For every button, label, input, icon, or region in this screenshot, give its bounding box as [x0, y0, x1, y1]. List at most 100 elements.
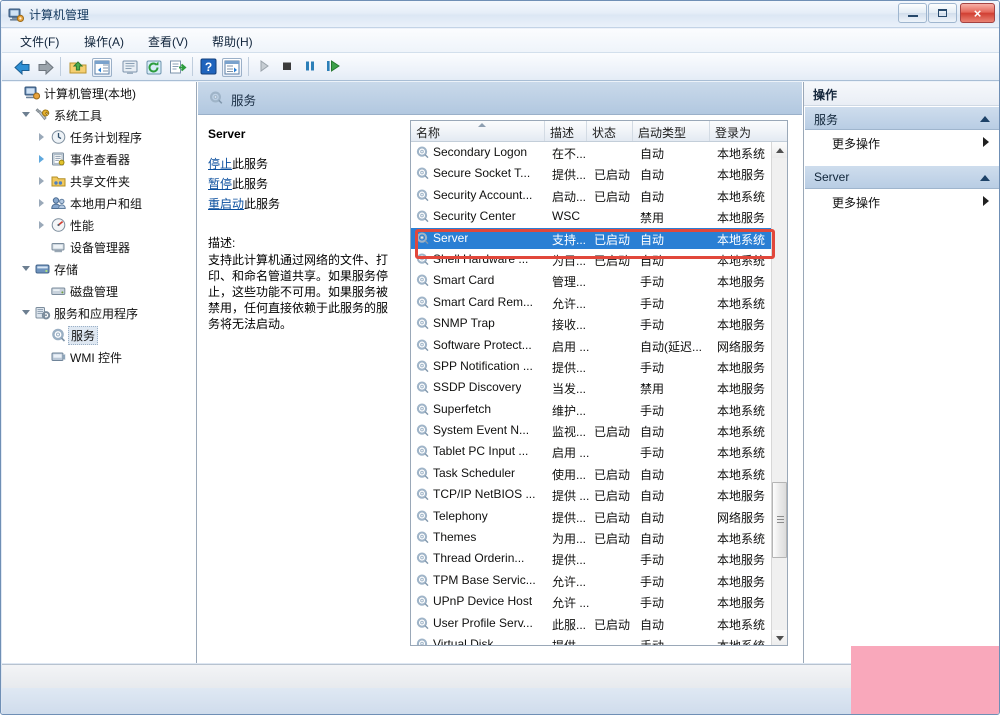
table-row[interactable]: SNMP Trap 接收... 手动 本地服务 [411, 313, 773, 334]
chevron-up-icon[interactable] [980, 116, 990, 122]
actions-group-server[interactable]: Server [805, 166, 999, 189]
tree-expander-system-tools[interactable] [20, 104, 34, 126]
cell-log-on-as: 本地服务 [717, 489, 766, 504]
tree-expander-event-viewer[interactable] [36, 148, 50, 170]
pause-service-link[interactable]: 暂停 [208, 177, 232, 191]
table-row[interactable]: Software Protect... 启用 ... 自动(延迟... 网络服务 [411, 335, 773, 356]
tree-expander-storage[interactable] [20, 258, 34, 280]
storage-icon [34, 261, 51, 277]
table-row[interactable]: Secure Socket T... 提供... 已启动 自动 本地服务 [411, 163, 773, 184]
more-actions-server[interactable]: 更多操作 [805, 190, 999, 212]
more-actions-services[interactable]: 更多操作 [805, 131, 999, 153]
chevron-up-icon[interactable] [980, 175, 990, 181]
scroll-up-button[interactable] [772, 142, 787, 158]
table-row[interactable]: User Profile Serv... 此服... 已启动 自动 本地系统 [411, 613, 773, 634]
table-row[interactable]: Superfetch 维护... 手动 本地系统 [411, 399, 773, 420]
tree-expander-shared-folders[interactable] [36, 170, 50, 192]
console-tree-panel[interactable]: 计算机管理(本地) 系统工具 任务计划程序 事件查看器 共享文件夹 本地用户和组… [2, 82, 197, 663]
tree-item-disk-management[interactable]: 磁盘管理 [2, 280, 196, 302]
table-row[interactable]: Security Center WSC 禁用 本地服务 [411, 206, 773, 227]
scroll-down-button[interactable] [772, 630, 787, 645]
table-row[interactable]: Server 支持... 已启动 自动 本地系统 [411, 227, 773, 249]
menu-file[interactable]: 文件(F) [12, 32, 67, 50]
table-row[interactable]: Smart Card 管理... 手动 本地服务 [411, 270, 773, 291]
service-gear-icon [415, 530, 430, 545]
cell-startup-type: 自动 [640, 467, 665, 482]
start-service-icon[interactable] [256, 58, 276, 77]
cell-name: TPM Base Servic... [433, 572, 536, 587]
chevron-right-icon [983, 196, 989, 206]
performance-icon [50, 217, 67, 233]
tree-item-system-tools[interactable]: 系统工具 [2, 104, 196, 126]
show-action-pane-icon[interactable] [222, 58, 242, 77]
pause-service-icon[interactable] [302, 58, 322, 77]
cell-log-on-as: 本地系统 [717, 617, 766, 632]
scrollbar-thumb[interactable] [772, 482, 787, 558]
forward-icon[interactable] [36, 58, 56, 77]
list-vertical-scrollbar[interactable] [771, 142, 787, 645]
tree-item-storage[interactable]: 存储 [2, 258, 196, 280]
tree-item-local-users-groups[interactable]: 本地用户和组 [2, 192, 196, 214]
properties-icon[interactable] [120, 58, 140, 77]
menu-help[interactable]: 帮助(H) [204, 32, 261, 50]
help-icon[interactable]: ? [200, 58, 220, 77]
tree-item-performance[interactable]: 性能 [2, 214, 196, 236]
stop-service-link[interactable]: 停止 [208, 157, 232, 171]
table-row[interactable]: Smart Card Rem... 允许... 手动 本地系统 [411, 292, 773, 313]
services-list-view[interactable]: 名称 描述 状态 启动类型 登录为 Secondary Logon 在不... 自动… [410, 120, 788, 646]
cell-startup-type: 禁用 [640, 211, 665, 226]
table-row[interactable]: Task Scheduler 使用... 已启动 自动 本地系统 [411, 463, 773, 484]
refresh-icon[interactable] [144, 58, 164, 77]
restart-service-icon[interactable] [325, 58, 345, 77]
table-row[interactable]: System Event N... 监视... 已启动 自动 本地系统 [411, 420, 773, 441]
table-row[interactable]: Shell Hardware ... 为目... 已启动 自动 本地系统 [411, 249, 773, 270]
column-startup-type[interactable]: 启动类型 [633, 121, 710, 141]
column-log-on-as[interactable]: 登录为 [710, 121, 773, 141]
table-row[interactable]: Themes 为用... 已启动 自动 本地系统 [411, 527, 773, 548]
tree-root-computer-management[interactable]: 计算机管理(本地) [2, 82, 196, 104]
stop-service-icon[interactable] [279, 58, 299, 77]
tree-item-shared-folders[interactable]: 共享文件夹 [2, 170, 196, 192]
actions-group-services[interactable]: 服务 [805, 107, 999, 130]
table-row[interactable]: TCP/IP NetBIOS ... 提供 ... 已启动 自动 本地服务 [411, 484, 773, 505]
menu-view[interactable]: 查看(V) [140, 32, 196, 50]
close-button[interactable]: × [960, 3, 995, 23]
export-list-icon[interactable] [168, 58, 188, 77]
tree-item-wmi-control[interactable]: WMI 控件 [2, 346, 196, 368]
table-row[interactable]: SSDP Discovery 当发... 禁用 本地服务 [411, 377, 773, 398]
back-icon[interactable] [12, 58, 32, 77]
maximize-button[interactable] [928, 3, 957, 23]
service-gear-icon [415, 573, 430, 588]
column-description[interactable]: 描述 [545, 121, 587, 141]
event-log-icon [50, 151, 67, 167]
shared-folder-icon [50, 173, 67, 189]
column-name[interactable]: 名称 [411, 121, 545, 141]
menu-action[interactable]: 操作(A) [76, 32, 132, 50]
table-row[interactable]: Secondary Logon 在不... 自动 本地系统 [411, 142, 773, 163]
tree-item-device-manager[interactable]: 设备管理器 [2, 236, 196, 258]
service-gear-icon [415, 466, 430, 481]
column-status[interactable]: 状态 [587, 121, 633, 141]
up-folder-icon[interactable] [68, 58, 88, 77]
tree-expander-performance[interactable] [36, 214, 50, 236]
cell-description: 为用... [552, 532, 587, 547]
restart-service-link[interactable]: 重启动 [208, 197, 244, 211]
service-gear-icon [415, 637, 430, 645]
table-row[interactable]: Telephony 提供... 已启动 自动 网络服务 [411, 506, 773, 527]
minimize-button[interactable] [898, 3, 927, 23]
tree-expander-local-users-groups[interactable] [36, 192, 50, 214]
table-row[interactable]: TPM Base Servic... 允许... 手动 本地服务 [411, 570, 773, 591]
table-row[interactable]: UPnP Device Host 允许 ... 手动 本地服务 [411, 591, 773, 612]
table-row[interactable]: Tablet PC Input ... 启用 ... 手动 本地系统 [411, 441, 773, 462]
table-row[interactable]: Virtual Disk 提供... 手动 本地系统 [411, 634, 773, 645]
tree-expander-services-and-applications[interactable] [20, 302, 34, 324]
tree-item-services-and-applications[interactable]: 服务和应用程序 [2, 302, 196, 324]
show-hide-tree-icon[interactable] [92, 58, 112, 77]
table-row[interactable]: Security Account... 启动... 已启动 自动 本地系统 [411, 185, 773, 206]
table-row[interactable]: Thread Orderin... 提供... 手动 本地服务 [411, 548, 773, 569]
tree-item-event-viewer[interactable]: 事件查看器 [2, 148, 196, 170]
table-row[interactable]: SPP Notification ... 提供... 手动 本地服务 [411, 356, 773, 377]
tree-item-services[interactable]: 服务 [2, 324, 196, 346]
tree-item-task-scheduler[interactable]: 任务计划程序 [2, 126, 196, 148]
tree-expander-task-scheduler[interactable] [36, 126, 50, 148]
